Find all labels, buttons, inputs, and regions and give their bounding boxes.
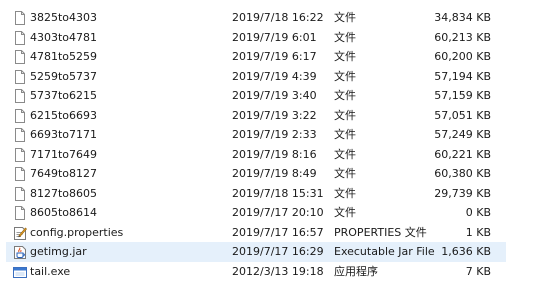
- file-row[interactable]: 4303to4781 2019/7/19 6:01 文件 60,213 KB: [6, 28, 506, 48]
- file-name: config.properties: [30, 225, 124, 239]
- file-name: 5259to5737: [30, 69, 98, 83]
- file-name: 4781to5259: [30, 50, 98, 63]
- file-type: 文件: [334, 11, 356, 24]
- file-row[interactable]: tail.exe 2012/3/13 19:18 应用程序 7 KB: [6, 262, 506, 282]
- file-date: 2019/7/19 3:22: [232, 108, 317, 122]
- file-icon: [13, 186, 27, 201]
- file-size: 1 KB: [465, 225, 491, 239]
- file-icon: [13, 167, 27, 181]
- file-row[interactable]: 4781to5259 2019/7/19 6:17 文件 60,200 KB: [6, 47, 506, 67]
- file-name: 7171to7649: [30, 147, 98, 161]
- file-name: 8127to8605: [30, 186, 98, 200]
- file-row[interactable]: 6693to7171 2019/7/19 2:33 文件 57,249 KB: [6, 125, 506, 145]
- exe-file-icon: [13, 265, 27, 279]
- file-name: 6215to6693: [30, 108, 98, 122]
- file-name: 6693to7171: [30, 128, 98, 141]
- file-date: 2019/7/19 6:01: [232, 30, 317, 44]
- file-type: 文件: [334, 128, 356, 141]
- file-row[interactable]: 5737to6215 2019/7/19 3:40 文件 57,159 KB: [6, 86, 506, 106]
- file-date: 2019/7/18 15:31: [232, 186, 324, 200]
- file-list: 3825to4303 2019/7/18 16:22 文件 34,834 KB …: [6, 8, 506, 281]
- file-icon: [13, 69, 27, 84]
- file-row[interactable]: 7649to8127 2019/7/19 8:49 文件 60,380 KB: [6, 164, 506, 184]
- file-row[interactable]: config.properties 2019/7/17 16:57 PROPER…: [6, 223, 506, 243]
- file-size: 57,159 KB: [434, 89, 491, 102]
- file-row[interactable]: 3825to4303 2019/7/18 16:22 文件 34,834 KB: [6, 8, 506, 28]
- file-size: 7 KB: [465, 264, 491, 278]
- file-size: 0 KB: [465, 206, 491, 219]
- file-row[interactable]: 7171to7649 2019/7/19 8:16 文件 60,221 KB: [6, 145, 506, 165]
- file-name: 3825to4303: [30, 11, 98, 24]
- file-name: 8605to8614: [30, 206, 98, 219]
- file-type: 文件: [334, 30, 356, 44]
- file-type: 文件: [334, 50, 356, 63]
- file-size: 60,221 KB: [434, 147, 491, 161]
- file-name: tail.exe: [30, 264, 71, 278]
- file-type: 应用程序: [334, 264, 378, 278]
- file-row[interactable]: 6215to6693 2019/7/19 3:22 文件 57,051 KB: [6, 106, 506, 126]
- file-size: 1,636 KB: [441, 245, 491, 258]
- file-type: 文件: [334, 147, 356, 161]
- file-type: 文件: [334, 108, 356, 122]
- file-icon: [13, 11, 27, 25]
- file-size: 60,380 KB: [434, 167, 491, 180]
- file-date: 2019/7/19 8:49: [232, 167, 317, 180]
- file-size: 57,249 KB: [434, 128, 491, 141]
- file-type: 文件: [334, 167, 356, 180]
- file-icon: [13, 108, 27, 123]
- file-icon: [13, 128, 27, 142]
- file-date: 2019/7/19 4:39: [232, 69, 317, 83]
- file-date: 2012/3/13 19:18: [232, 264, 324, 278]
- properties-file-icon: [13, 226, 27, 240]
- file-date: 2019/7/19 2:33: [232, 128, 317, 141]
- file-icon: [13, 89, 27, 103]
- file-row-selected[interactable]: getimg.jar 2019/7/17 16:29 Executable Ja…: [6, 242, 506, 262]
- file-size: 60,213 KB: [434, 30, 491, 44]
- file-date: 2019/7/19 3:40: [232, 89, 317, 102]
- file-type: 文件: [334, 186, 356, 200]
- file-row[interactable]: 5259to5737 2019/7/19 4:39 文件 57,194 KB: [6, 67, 506, 87]
- file-date: 2019/7/19 8:16: [232, 147, 317, 161]
- file-icon: [13, 206, 27, 220]
- jar-file-icon: [13, 245, 27, 259]
- file-size: 57,194 KB: [434, 69, 491, 83]
- file-date: 2019/7/17 16:57: [232, 225, 324, 239]
- file-icon: [13, 147, 27, 162]
- file-icon: [13, 50, 27, 64]
- file-date: 2019/7/17 20:10: [232, 206, 324, 219]
- file-date: 2019/7/17 16:29: [232, 245, 324, 258]
- file-type: 文件: [334, 206, 356, 219]
- file-size: 57,051 KB: [434, 108, 491, 122]
- file-row[interactable]: 8127to8605 2019/7/18 15:31 文件 29,739 KB: [6, 184, 506, 204]
- file-name: 7649to8127: [30, 167, 98, 180]
- file-name: 5737to6215: [30, 89, 98, 102]
- file-type: PROPERTIES 文件: [334, 225, 427, 239]
- file-icon: [13, 30, 27, 45]
- file-size: 60,200 KB: [434, 50, 491, 63]
- file-name: getimg.jar: [30, 245, 87, 258]
- file-date: 2019/7/18 16:22: [232, 11, 324, 24]
- file-name: 4303to4781: [30, 30, 98, 44]
- file-size: 34,834 KB: [434, 11, 491, 24]
- file-type: 文件: [334, 69, 356, 83]
- file-type: 文件: [334, 89, 356, 102]
- file-row[interactable]: 8605to8614 2019/7/17 20:10 文件 0 KB: [6, 203, 506, 223]
- file-type: Executable Jar File: [334, 245, 435, 258]
- file-date: 2019/7/19 6:17: [232, 50, 317, 63]
- file-size: 29,739 KB: [434, 186, 491, 200]
